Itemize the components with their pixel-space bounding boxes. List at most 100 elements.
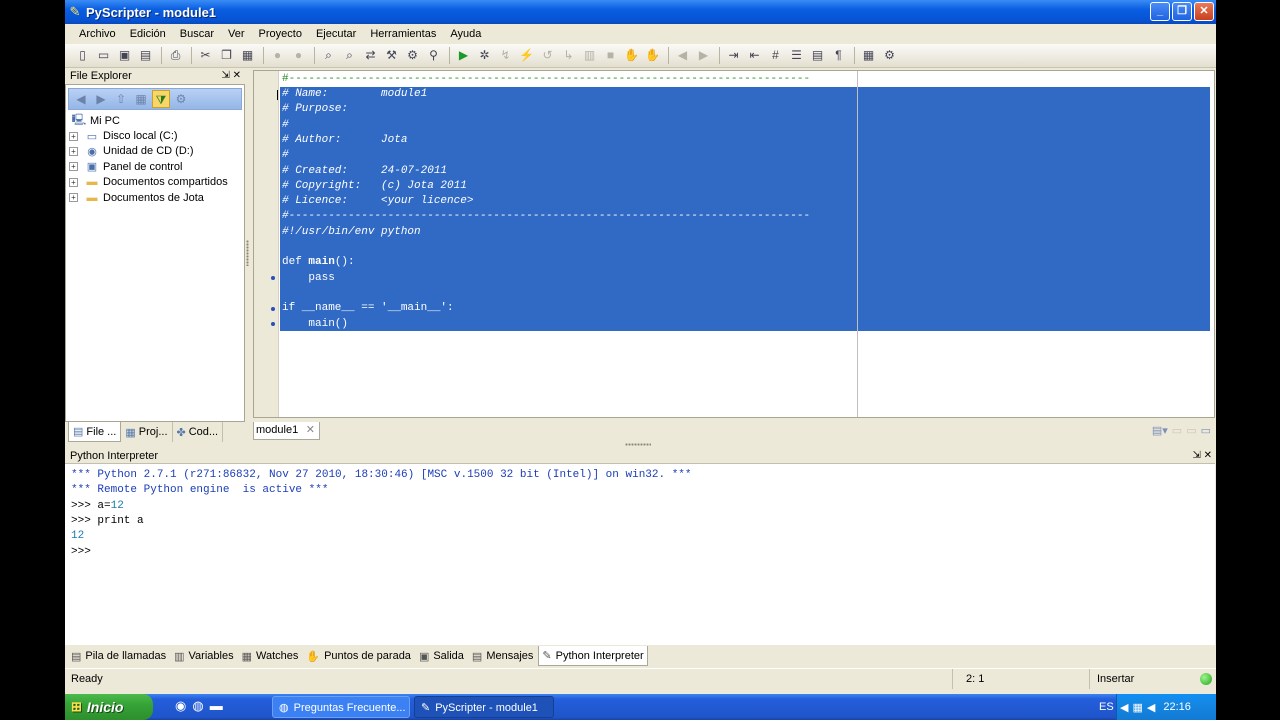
tab-module1[interactable]: module1 ✕ [253, 422, 320, 440]
run-to-cursor-icon[interactable]: ↳ [559, 46, 578, 65]
undo-icon[interactable]: ● [268, 46, 287, 65]
code-text-area[interactable]: #---------------------------------------… [280, 71, 1214, 417]
run-icon[interactable]: ▶ [454, 46, 473, 65]
tab-list-icon[interactable]: ▤▾ [1152, 424, 1168, 437]
filter-icon[interactable]: ⧩ [152, 90, 170, 108]
find-next-icon[interactable]: ⌕ [340, 46, 359, 65]
step-out-icon[interactable]: ↺ [538, 46, 557, 65]
forward-icon[interactable]: ▶ [694, 46, 713, 65]
redo-icon[interactable]: ● [289, 46, 308, 65]
expand-icon[interactable]: + [69, 177, 78, 187]
tab-watches[interactable]: ▦ Watches [239, 646, 302, 666]
python-interpreter-console[interactable]: *** Python 2.7.1 (r271:86832, Nov 27 201… [65, 463, 1215, 645]
title-bar[interactable]: ✎ PyScripter - module1 _ ❐ ✕ [65, 0, 1216, 24]
taskbar-item-chrome[interactable]: ◍ Preguntas Frecuente... [272, 696, 410, 718]
forward-icon[interactable]: ▶ [92, 90, 110, 108]
tab-variables[interactable]: ▥ Variables [171, 646, 236, 666]
back-icon[interactable]: ◀ [673, 46, 692, 65]
breakpoint-marker-icon[interactable] [271, 322, 275, 326]
menu-ver[interactable]: Ver [221, 24, 252, 44]
customize-icon[interactable]: ⚙ [880, 46, 899, 65]
expand-icon[interactable]: + [69, 162, 78, 172]
tree-item-mi-pc[interactable]: 🖳 Mi PC [69, 113, 228, 128]
language-indicator[interactable]: ES [1099, 694, 1114, 720]
layout-icon[interactable]: ▦ [859, 46, 878, 65]
tab-salida[interactable]: ▣ Salida [416, 646, 467, 666]
tab-close-all-icon[interactable]: ▭ [1201, 424, 1211, 437]
comment-icon[interactable]: # [766, 46, 785, 65]
vertical-splitter[interactable] [246, 240, 249, 266]
tab-puntos-de-parada[interactable]: ✋ Puntos de parada [303, 646, 414, 666]
interpreter-controls[interactable]: ⇲ ✕ [1192, 448, 1212, 464]
find-icon[interactable]: ⌕ [319, 46, 338, 65]
tree-item-cd-drive[interactable]: + ◉ Unidad de CD (D:) [69, 144, 228, 159]
close-button[interactable]: ✕ [1194, 2, 1214, 21]
back-icon[interactable]: ◀ [72, 90, 90, 108]
tree-item-panel-de-control[interactable]: + ▣ Panel de control [69, 159, 228, 174]
step-over-icon[interactable]: ⚡ [517, 46, 536, 65]
save-all-icon[interactable]: ▤ [136, 46, 155, 65]
pilcrow-icon[interactable]: ¶ [829, 46, 848, 65]
open-file-icon[interactable]: ▭ [94, 46, 113, 65]
print-icon[interactable]: ⎙ [166, 46, 185, 65]
tab-layout-icon[interactable]: ▭ [1172, 424, 1182, 437]
browse-icon[interactable]: ▦ [132, 90, 150, 108]
console-prompt[interactable]: >>> [71, 545, 91, 560]
new-file-icon[interactable]: ▯ [73, 46, 92, 65]
volume-icon[interactable]: ◀ [1147, 701, 1155, 714]
replace-icon[interactable]: ⇄ [361, 46, 380, 65]
expand-icon[interactable]: + [69, 193, 78, 203]
browser-icon[interactable]: ◉ [175, 698, 186, 714]
code-editor[interactable]: #---------------------------------------… [253, 70, 1215, 418]
configure-icon[interactable]: ⚙ [403, 46, 422, 65]
abort-icon[interactable]: ■ [601, 46, 620, 65]
taskbar-item-pyscripter[interactable]: ✎ PyScripter - module1 [414, 696, 554, 718]
tab-code-explorer[interactable]: ✤ Cod... [173, 422, 224, 442]
menu-herramientas[interactable]: Herramientas [363, 24, 443, 44]
network-icon[interactable]: ▦ [1132, 701, 1142, 714]
maximize-button[interactable]: ❐ [1172, 2, 1192, 21]
list-icon[interactable]: ☰ [787, 46, 806, 65]
clear-breakpoints-icon[interactable]: ✋ [643, 46, 662, 65]
breakpoint-marker-icon[interactable] [271, 307, 275, 311]
editor-gutter[interactable] [254, 71, 279, 417]
minimize-button[interactable]: _ [1150, 2, 1170, 21]
file-explorer-controls[interactable]: ⇲ ✕ [221, 68, 241, 84]
indent-icon[interactable]: ⇥ [724, 46, 743, 65]
tree-item-documentos-de-jota[interactable]: + ▬ Documentos de Jota [69, 190, 228, 205]
breakpoint-marker-icon[interactable] [271, 276, 275, 280]
debug-icon[interactable]: ✲ [475, 46, 494, 65]
menu-edicion[interactable]: Edición [123, 24, 173, 44]
cut-icon[interactable]: ✂ [196, 46, 215, 65]
wrap-icon[interactable]: ▤ [808, 46, 827, 65]
horizontal-splitter[interactable] [625, 443, 651, 446]
chrome-icon[interactable]: ◍ [192, 698, 203, 714]
toggle-breakpoint-icon[interactable]: ✋ [622, 46, 641, 65]
expand-icon[interactable]: + [69, 131, 78, 141]
menu-buscar[interactable]: Buscar [173, 24, 221, 44]
tab-file-explorer[interactable]: ▤ File ... [68, 422, 122, 442]
menu-ayuda[interactable]: Ayuda [443, 24, 488, 44]
tree-item-documentos-compartidos[interactable]: + ▬ Documentos compartidos [69, 175, 228, 190]
menu-archivo[interactable]: Archivo [72, 24, 123, 44]
explorer-icon[interactable]: ▬ [210, 698, 223, 714]
menu-proyecto[interactable]: Proyecto [252, 24, 309, 44]
tab-mensajes[interactable]: ▤ Mensajes [469, 646, 536, 666]
tab-python-interpreter[interactable]: ✎ Python Interpreter [538, 646, 648, 666]
tools-icon[interactable]: ⚒ [382, 46, 401, 65]
up-folder-icon[interactable]: ⇧ [112, 90, 130, 108]
save-icon[interactable]: ▣ [115, 46, 134, 65]
tray-arrow-icon[interactable]: ◀ [1120, 701, 1128, 714]
menu-ejecutar[interactable]: Ejecutar [309, 24, 363, 44]
close-tab-icon[interactable]: ✕ [306, 422, 315, 439]
syntax-check-icon[interactable]: ⚲ [424, 46, 443, 65]
start-button[interactable]: ⊞ Inicio [65, 694, 153, 720]
clock[interactable]: 22:16 [1163, 701, 1191, 713]
tab-project[interactable]: ▦ Proj... [121, 422, 173, 442]
expand-icon[interactable]: + [69, 146, 78, 156]
tab-pila-de-llamadas[interactable]: ▤ Pila de llamadas [68, 646, 169, 666]
pause-icon[interactable]: ▥ [580, 46, 599, 65]
dedent-icon[interactable]: ⇤ [745, 46, 764, 65]
tree-item-disco-local[interactable]: + ▭ Disco local (C:) [69, 128, 228, 143]
settings-icon[interactable]: ⚙ [172, 90, 190, 108]
